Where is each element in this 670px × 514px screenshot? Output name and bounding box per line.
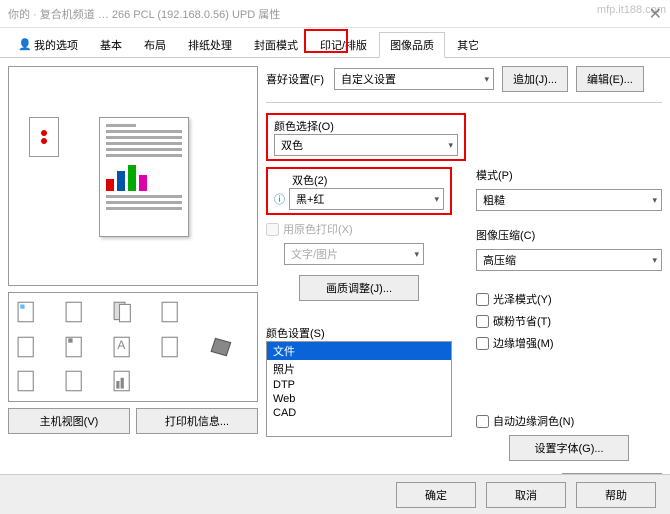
left-column: A 主机视图(V) 打印机信息... <box>8 66 258 499</box>
tab-bar: 👤我的选项 基本 布局 排纸处理 封面模式 印记/排版 图像品质 其它 <box>0 28 670 58</box>
mode-label: 模式(P) <box>476 167 662 183</box>
thumb-2[interactable] <box>63 299 93 325</box>
help-button[interactable]: 帮助 <box>576 482 656 508</box>
mode-select[interactable]: 粗糙 <box>476 189 662 211</box>
favorites-select[interactable]: 自定义设置 <box>334 68 494 90</box>
color-select-dropdown[interactable]: 双色 <box>274 134 458 156</box>
list-item[interactable]: CAD <box>267 406 451 420</box>
tab-my-options[interactable]: 👤我的选项 <box>8 32 88 57</box>
compression-select[interactable]: 高压缩 <box>476 249 662 271</box>
quality-adjust-button[interactable]: 画质调整(J)... <box>299 275 419 301</box>
thumb-6[interactable] <box>15 334 45 360</box>
two-color-group: 双色(2) ⓘ 黑+红 <box>266 167 452 215</box>
two-color-label: 双色(2) <box>292 172 444 188</box>
window-title: 你的 · 复合机频道 … 266 PCL (192.168.0.56) UPD … <box>8 6 280 22</box>
page-preview <box>99 117 189 237</box>
thumb-7[interactable] <box>63 334 93 360</box>
printer-info-button[interactable]: 打印机信息... <box>136 408 258 434</box>
thumb-8[interactable]: A <box>111 334 141 360</box>
thumb-12[interactable] <box>63 368 93 394</box>
info-icon: ⓘ <box>274 191 285 207</box>
thumb-10[interactable] <box>207 334 237 360</box>
favorites-label: 喜好设置(F) <box>266 71 326 87</box>
thumb-9[interactable] <box>159 334 189 360</box>
host-view-button[interactable]: 主机视图(V) <box>8 408 130 434</box>
feature-thumbnails: A <box>8 292 258 402</box>
staple-thumb <box>29 117 59 157</box>
svg-text:A: A <box>117 338 125 352</box>
thumb-3[interactable] <box>111 299 141 325</box>
tab-other[interactable]: 其它 <box>447 32 489 57</box>
content: A 主机视图(V) 打印机信息... 喜好设置(F) 自定义设置 追加(J)..… <box>0 58 670 507</box>
thumb-11[interactable] <box>15 368 45 394</box>
favorites-edit-button[interactable]: 编辑(E)... <box>576 66 644 92</box>
thumb-5[interactable] <box>207 299 237 325</box>
color-select-label: 颜色选择(O) <box>274 118 458 134</box>
preview-pane <box>8 66 258 286</box>
color-settings-label: 颜色设置(S) <box>266 325 452 341</box>
color-select-group: 颜色选择(O) 双色 <box>266 113 466 161</box>
gloss-check[interactable]: 光泽模式(Y) <box>476 291 662 307</box>
titlebar: 你的 · 复合机频道 … 266 PCL (192.168.0.56) UPD … <box>0 0 670 28</box>
favorites-add-button[interactable]: 追加(J)... <box>502 66 568 92</box>
list-item[interactable]: Web <box>267 392 451 406</box>
edge-check[interactable]: 边缘增强(M) <box>476 335 662 351</box>
two-color-select[interactable]: 黑+红 <box>289 188 444 210</box>
thumb-1[interactable] <box>15 299 45 325</box>
tab-stamp[interactable]: 印记/排版 <box>310 32 377 57</box>
cancel-button[interactable]: 取消 <box>486 482 566 508</box>
toner-check[interactable]: 碳粉节省(T) <box>476 313 662 329</box>
tab-paper[interactable]: 排纸处理 <box>178 32 242 57</box>
list-item[interactable]: 照片 <box>267 360 451 378</box>
auto-trap-check[interactable]: 自动边缘洞色(N) <box>476 413 662 429</box>
color-settings-list[interactable]: 文件 照片 DTP Web CAD <box>266 341 452 437</box>
person-icon: 👤 <box>18 38 32 52</box>
list-item[interactable]: 文件 <box>267 342 451 360</box>
dialog-footer: 确定 取消 帮助 <box>0 474 670 514</box>
thumb-13[interactable] <box>111 368 141 394</box>
tab-layout[interactable]: 布局 <box>134 32 176 57</box>
original-color-select: 文字/图片 <box>284 243 424 265</box>
compression-label: 图像压缩(C) <box>476 227 662 243</box>
close-icon[interactable]: ✕ <box>649 4 662 24</box>
tab-cover[interactable]: 封面模式 <box>244 32 308 57</box>
ok-button[interactable]: 确定 <box>396 482 476 508</box>
chart-icon <box>106 163 182 191</box>
tab-quality[interactable]: 图像品质 <box>379 32 445 58</box>
tab-basic[interactable]: 基本 <box>90 32 132 57</box>
set-font-button[interactable]: 设置字体(G)... <box>509 435 629 461</box>
right-column: 喜好设置(F) 自定义设置 追加(J)... 编辑(E)... 颜色选择(O) … <box>266 66 662 499</box>
list-item[interactable]: DTP <box>267 378 451 392</box>
thumb-4[interactable] <box>159 299 189 325</box>
original-color-check: 用原色打印(X) <box>266 221 452 237</box>
